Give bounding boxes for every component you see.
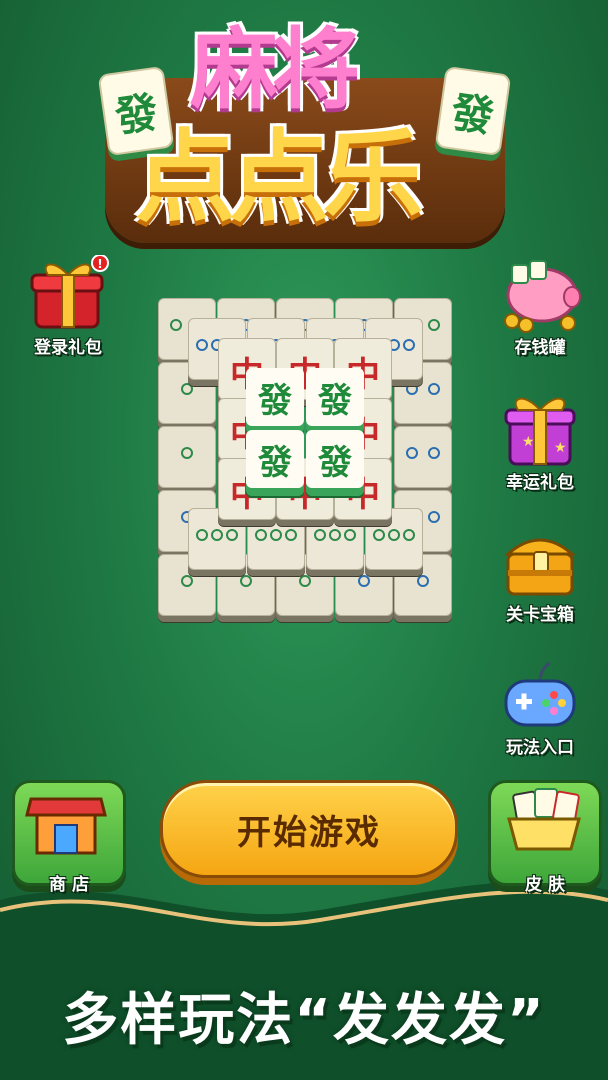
mahjong-tile[interactable] — [394, 426, 452, 488]
gamepad-icon — [498, 655, 582, 733]
shop-icon — [25, 797, 107, 855]
level-chest-button[interactable]: 关卡宝箱 — [490, 522, 590, 625]
slogan-text: 多样玩法“发发发” — [62, 988, 546, 1053]
mahjong-board: 中 中 中 中 中 中 中 中 發 發 發 發 — [158, 298, 452, 620]
circle-dots — [195, 529, 239, 545]
circle-dots — [224, 575, 268, 591]
shop-button[interactable]: 商 店 — [12, 780, 126, 895]
circle-dots — [401, 575, 445, 591]
logo-title-line1: 麻将 — [190, 18, 360, 121]
circle-dots — [372, 529, 416, 545]
game-mode-button[interactable]: 玩法入口 — [490, 655, 590, 758]
lucky-gift-icon: ★ ★ — [498, 390, 582, 468]
circle-dots — [313, 529, 357, 545]
shop-label: 商 店 — [49, 875, 89, 895]
logo-tile-right: 發 — [434, 65, 512, 157]
circle-dots — [401, 383, 445, 399]
start-game-button[interactable]: 开始游戏 — [160, 780, 458, 878]
mahjong-tile[interactable] — [158, 426, 216, 488]
circle-dots — [283, 575, 327, 591]
circle-dots — [165, 383, 209, 399]
login-gift-label: 登录礼包 — [34, 338, 102, 358]
skin-button[interactable]: 皮 肤 — [488, 780, 602, 895]
level-chest-label: 关卡宝箱 — [506, 605, 574, 625]
piggy-bank-icon — [498, 255, 582, 333]
login-gift-button[interactable]: ! 登录礼包 — [18, 254, 118, 358]
circle-dots — [342, 575, 386, 591]
treasure-chest-icon — [498, 522, 582, 600]
skin-cart-icon — [507, 788, 581, 851]
svg-text:★: ★ — [522, 434, 535, 450]
mahjong-tile-fa[interactable]: 發 — [246, 430, 304, 488]
game-mode-label: 玩法入口 — [506, 738, 574, 758]
mahjong-tile-fa[interactable]: 發 — [306, 430, 364, 488]
circle-dots — [165, 447, 209, 463]
svg-text:★: ★ — [554, 440, 567, 456]
circle-dots — [165, 575, 209, 591]
skin-label: 皮 肤 — [525, 875, 565, 895]
lucky-gift-label: 幸运礼包 — [506, 473, 574, 493]
gift-box-icon: ! — [26, 254, 110, 333]
piggy-bank-button[interactable]: 存钱罐 — [490, 255, 590, 358]
mahjong-tile-fa[interactable]: 發 — [246, 368, 304, 426]
lucky-gift-button[interactable]: ★ ★ 幸运礼包 — [490, 390, 590, 493]
circle-dots — [254, 529, 298, 545]
logo-title-line2: 点点乐 — [135, 119, 423, 236]
piggy-bank-label: 存钱罐 — [514, 338, 566, 358]
game-logo: 發 發 麻将 点点乐 — [95, 18, 515, 248]
circle-dots — [401, 447, 445, 463]
svg-text:!: ! — [97, 257, 102, 271]
mahjong-tile-fa[interactable]: 發 — [306, 368, 364, 426]
